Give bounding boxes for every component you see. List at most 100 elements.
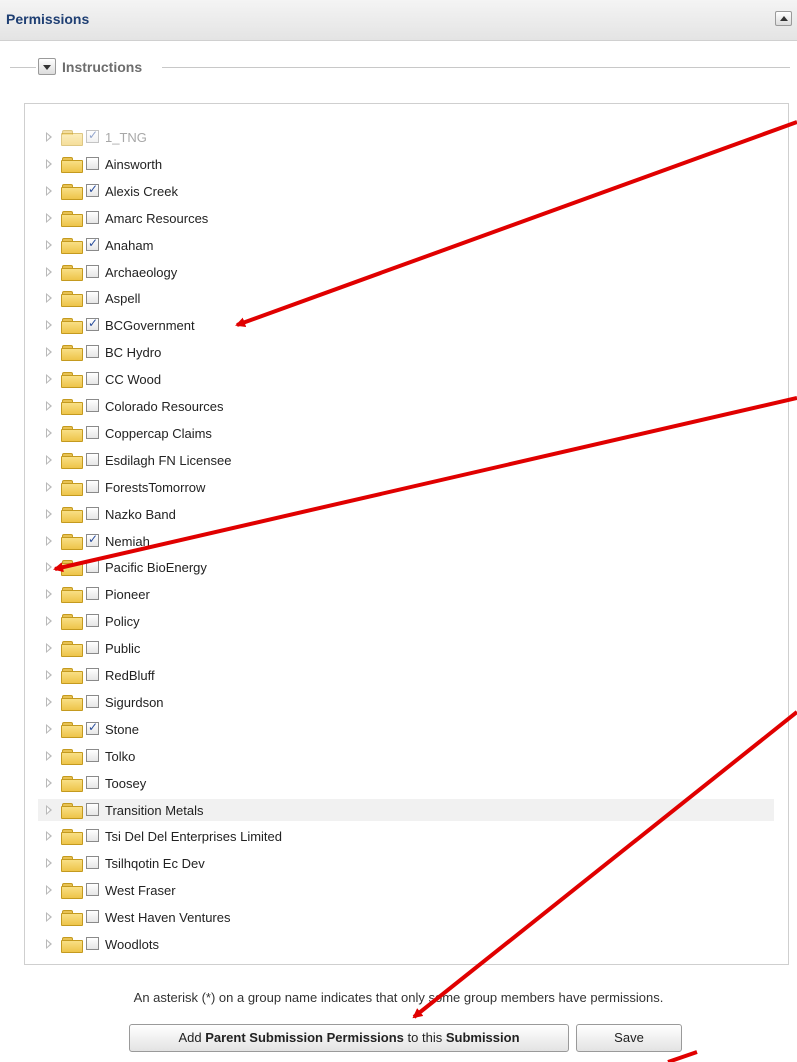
group-checkbox[interactable] [86, 453, 99, 466]
group-label[interactable]: Amarc Resources [105, 211, 208, 226]
group-checkbox[interactable] [86, 316, 99, 331]
expand-arrow-icon[interactable] [46, 778, 52, 788]
group-label[interactable]: Esdilagh FN Licensee [105, 453, 231, 468]
group-checkbox[interactable] [86, 829, 99, 842]
group-checkbox[interactable] [86, 720, 99, 735]
expand-arrow-icon[interactable] [46, 697, 52, 707]
group-label[interactable]: Transition Metals [105, 803, 204, 818]
expand-arrow-icon[interactable] [46, 643, 52, 653]
group-checkbox[interactable] [86, 157, 99, 170]
expand-arrow-icon[interactable] [46, 589, 52, 599]
group-label[interactable]: Nazko Band [105, 507, 176, 522]
tree-row[interactable]: Esdilagh FN Licensee [38, 449, 774, 471]
group-checkbox[interactable] [86, 265, 99, 278]
expand-arrow-icon[interactable] [46, 562, 52, 572]
expand-arrow-icon[interactable] [46, 320, 52, 330]
group-label[interactable]: ForestsTomorrow [105, 480, 205, 495]
expand-arrow-icon[interactable] [46, 751, 52, 761]
tree-row[interactable]: Nemiah [38, 530, 774, 552]
group-checkbox[interactable] [86, 507, 99, 520]
expand-arrow-icon[interactable] [46, 132, 52, 142]
group-checkbox[interactable] [86, 532, 99, 547]
group-checkbox[interactable] [86, 803, 99, 816]
group-label[interactable]: Pacific BioEnergy [105, 560, 207, 575]
collapse-panel-button[interactable] [775, 11, 792, 26]
group-label[interactable]: BCGovernment [105, 318, 195, 333]
expand-arrow-icon[interactable] [46, 885, 52, 895]
group-label[interactable]: Tolko [105, 749, 135, 764]
group-checkbox[interactable] [86, 749, 99, 762]
expand-arrow-icon[interactable] [46, 670, 52, 680]
tree-row[interactable]: Toosey [38, 772, 774, 794]
group-checkbox[interactable] [86, 345, 99, 358]
group-checkbox[interactable] [86, 883, 99, 896]
tree-row[interactable]: Woodlots [38, 933, 774, 955]
group-label[interactable]: RedBluff [105, 668, 155, 683]
group-label[interactable]: CC Wood [105, 372, 161, 387]
group-label[interactable]: BC Hydro [105, 345, 161, 360]
group-label[interactable]: Public [105, 641, 140, 656]
group-checkbox[interactable] [86, 372, 99, 385]
tree-row[interactable]: Tolko [38, 745, 774, 767]
tree-row[interactable]: Anaham [38, 234, 774, 256]
expand-arrow-icon[interactable] [46, 401, 52, 411]
expand-arrow-icon[interactable] [46, 482, 52, 492]
tree-row[interactable]: Colorado Resources [38, 395, 774, 417]
group-label[interactable]: Anaham [105, 238, 153, 253]
tree-row[interactable]: Pacific BioEnergy [38, 556, 774, 578]
tree-row[interactable]: Stone [38, 718, 774, 740]
tree-row[interactable]: Ainsworth [38, 153, 774, 175]
group-label[interactable]: Toosey [105, 776, 146, 791]
group-checkbox[interactable] [86, 641, 99, 654]
expand-arrow-icon[interactable] [46, 347, 52, 357]
add-parent-permissions-button[interactable]: Add Parent Submission Permissions to thi… [129, 1024, 569, 1052]
tree-row[interactable]: Sigurdson [38, 691, 774, 713]
group-label[interactable]: Aspell [105, 291, 140, 306]
tree-row[interactable]: RedBluff [38, 664, 774, 686]
expand-arrow-icon[interactable] [46, 293, 52, 303]
group-checkbox[interactable] [86, 426, 99, 439]
tree-row[interactable]: West Haven Ventures [38, 906, 774, 928]
expand-arrow-icon[interactable] [46, 428, 52, 438]
group-checkbox[interactable] [86, 291, 99, 304]
tree-row[interactable]: ForestsTomorrow [38, 476, 774, 498]
group-label[interactable]: Colorado Resources [105, 399, 224, 414]
group-label[interactable]: Tsi Del Del Enterprises Limited [105, 829, 282, 844]
group-checkbox[interactable] [86, 587, 99, 600]
group-label[interactable]: Alexis Creek [105, 184, 178, 199]
expand-arrow-icon[interactable] [46, 536, 52, 546]
tree-row[interactable]: Tsi Del Del Enterprises Limited [38, 825, 774, 847]
expand-arrow-icon[interactable] [46, 912, 52, 922]
group-label[interactable]: Coppercap Claims [105, 426, 212, 441]
group-label[interactable]: 1_TNG [105, 130, 147, 145]
group-checkbox[interactable] [86, 668, 99, 681]
expand-arrow-icon[interactable] [46, 374, 52, 384]
tree-row[interactable]: 1_TNG [38, 126, 774, 148]
tree-row[interactable]: BCGovernment [38, 314, 774, 336]
group-label[interactable]: West Fraser [105, 883, 176, 898]
group-checkbox[interactable] [86, 856, 99, 869]
tree-row[interactable]: Policy [38, 610, 774, 632]
group-label[interactable]: Ainsworth [105, 157, 162, 172]
group-checkbox[interactable] [86, 182, 99, 197]
group-checkbox[interactable] [86, 910, 99, 923]
expand-arrow-icon[interactable] [46, 616, 52, 626]
expand-arrow-icon[interactable] [46, 186, 52, 196]
group-checkbox[interactable] [86, 614, 99, 627]
group-label[interactable]: Policy [105, 614, 140, 629]
group-label[interactable]: Archaeology [105, 265, 177, 280]
tree-row[interactable]: Tsilhqotin Ec Dev [38, 852, 774, 874]
group-checkbox[interactable] [86, 399, 99, 412]
group-checkbox[interactable] [86, 776, 99, 789]
group-checkbox[interactable] [86, 211, 99, 224]
tree-row[interactable]: Aspell [38, 287, 774, 309]
tree-row[interactable]: Pioneer [38, 583, 774, 605]
tree-row[interactable]: Alexis Creek [38, 180, 774, 202]
group-label[interactable]: Woodlots [105, 937, 159, 952]
tree-row[interactable]: Coppercap Claims [38, 422, 774, 444]
tree-row[interactable]: West Fraser [38, 879, 774, 901]
group-checkbox[interactable] [86, 937, 99, 950]
tree-row[interactable]: Public [38, 637, 774, 659]
group-label[interactable]: Sigurdson [105, 695, 164, 710]
group-label[interactable]: West Haven Ventures [105, 910, 231, 925]
